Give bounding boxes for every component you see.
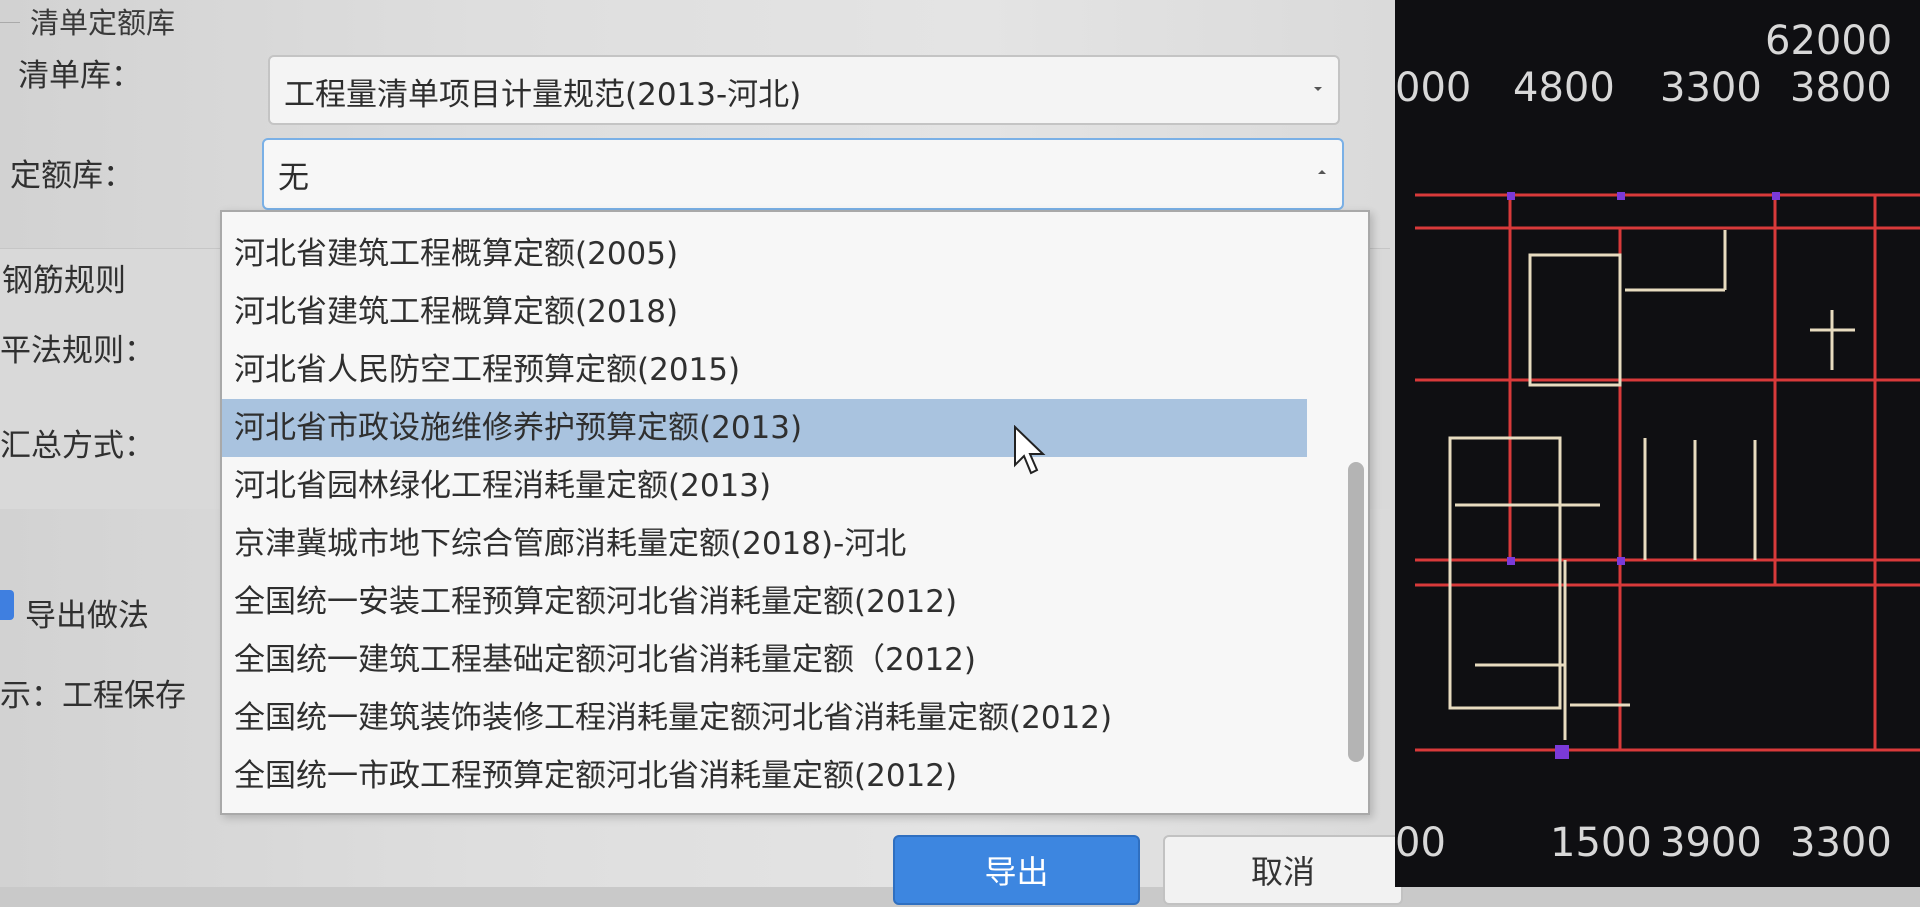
summary-label: 汇总方式： [0, 428, 155, 464]
cad-dimension: 000 [1395, 65, 1472, 111]
mouse-cursor-icon [1014, 425, 1046, 475]
cad-dimension: 00 [1395, 820, 1446, 866]
rebar-rules-label: 钢筋规则 [2, 263, 126, 299]
group-title: 清单定额库 [30, 6, 176, 40]
export-method-checkbox[interactable] [0, 590, 14, 620]
dropdown-option[interactable]: 河北省建筑工程概算定额(2005) [222, 225, 1307, 283]
dropdown-scrollbar[interactable] [1348, 462, 1364, 762]
list-lib-label: 清单库： [18, 58, 142, 94]
quota-lib-label: 定额库： [10, 158, 134, 194]
export-method-label: 导出做法 [25, 598, 149, 634]
dropdown-option[interactable]: 全国统一安装工程预算定额河北省消耗量定额(2012) [222, 573, 1307, 631]
cad-dimension: 3800 [1790, 65, 1892, 111]
dropdown-option[interactable]: 全国统一建筑工程基础定额河北省消耗量定额（2012) [222, 631, 1307, 689]
cad-dimension-top: 62000 [1765, 18, 1893, 64]
cad-canvas[interactable]: 62000 000 4800 3300 3800 00 1500 3900 33… [1395, 0, 1920, 887]
dropdown-option[interactable]: 全国统一市政工程预算定额河北省消耗量定额(2012) [222, 747, 1307, 805]
hint-label: 示：工程保存 [0, 678, 186, 714]
quota-lib-value: 无 [278, 160, 309, 196]
dropdown-option[interactable]: 京津冀城市地下综合管廊消耗量定额(2018)-河北 [222, 515, 1307, 573]
group-border [0, 22, 20, 23]
cad-dimension: 3300 [1660, 65, 1762, 111]
flat-rule-label: 平法规则： [0, 333, 155, 369]
list-lib-value: 工程量清单项目计量规范(2013-河北) [284, 77, 802, 113]
dropdown-option[interactable]: 河北省人民防空工程预算定额(2015) [222, 341, 1307, 399]
cad-dimension: 1500 [1550, 820, 1652, 866]
cancel-button[interactable]: 取消 [1163, 835, 1403, 905]
chevron-down-icon [1314, 87, 1322, 91]
cad-dimension: 4800 [1513, 65, 1615, 111]
export-button[interactable]: 导出 [893, 835, 1140, 905]
quota-lib-select[interactable]: 无 [262, 138, 1344, 210]
dropdown-option[interactable]: 全国统一建筑装饰装修工程消耗量定额河北省消耗量定额(2012) [222, 689, 1307, 747]
dropdown-option-selected[interactable]: 河北省市政设施维修养护预算定额(2013) [222, 399, 1307, 457]
chevron-up-icon [1318, 170, 1326, 174]
dropdown-option[interactable]: 河北省建筑工程概算定额(2018) [222, 283, 1307, 341]
list-lib-select[interactable]: 工程量清单项目计量规范(2013-河北) [268, 55, 1340, 125]
cad-dimension: 3900 [1660, 820, 1762, 866]
cad-drawing [1415, 192, 1920, 759]
quota-lib-dropdown: 河北省建筑工程概算定额(2005) 河北省建筑工程概算定额(2018) 河北省人… [220, 210, 1370, 815]
dropdown-option[interactable]: 河北省园林绿化工程消耗量定额(2013) [222, 457, 1307, 515]
cad-dimension: 3300 [1790, 820, 1892, 866]
